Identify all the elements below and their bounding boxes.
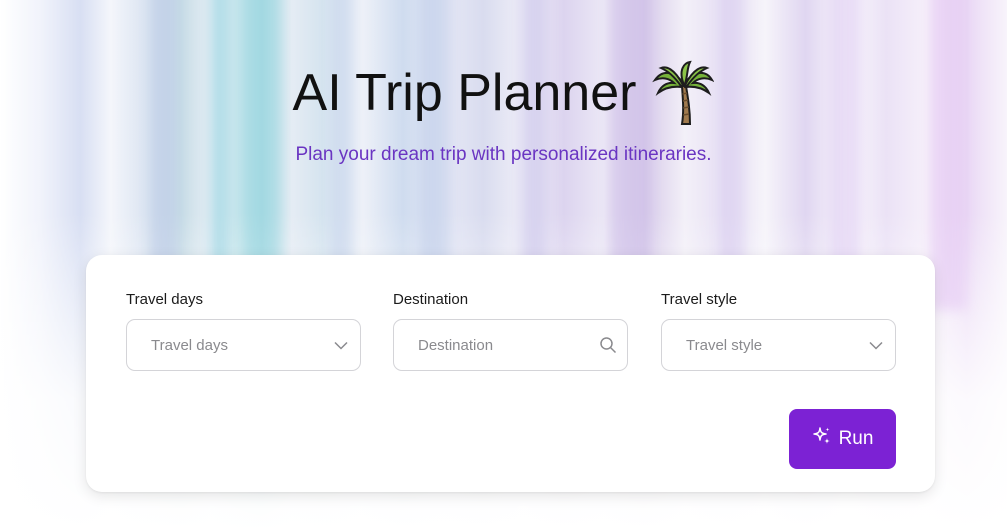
destination-input[interactable]: Destination <box>393 319 628 371</box>
run-button[interactable]: Run <box>789 409 896 469</box>
page-title-row: AI Trip Planner <box>293 60 715 126</box>
travel-style-field: Travel style Travel style <box>661 291 896 371</box>
page-subtitle: Plan your dream trip with personalized i… <box>295 144 712 165</box>
travel-days-label: Travel days <box>126 291 203 308</box>
destination-field: Destination Destination <box>393 291 628 371</box>
travel-days-field: Travel days Travel days <box>126 291 361 371</box>
chevron-down-icon <box>867 336 885 354</box>
travel-style-select[interactable]: Travel style <box>661 319 896 371</box>
destination-label: Destination <box>393 291 469 308</box>
page-header: AI Trip Planner Plan your dream trip wit… <box>0 60 1007 166</box>
palm-tree-icon <box>652 60 715 126</box>
page-title: AI Trip Planner <box>292 64 637 122</box>
search-icon[interactable] <box>599 336 617 354</box>
run-button-label: Run <box>838 428 874 449</box>
travel-style-label: Travel style <box>661 291 738 308</box>
sparkle-icon <box>812 426 832 452</box>
destination-placeholder: Destination <box>418 336 494 354</box>
trip-form-card: Travel days Travel days Destination Dest… <box>86 255 935 492</box>
travel-style-placeholder: Travel style <box>686 336 763 354</box>
chevron-down-icon <box>332 336 350 354</box>
travel-days-select[interactable]: Travel days <box>126 319 361 371</box>
travel-days-placeholder: Travel days <box>151 336 228 354</box>
